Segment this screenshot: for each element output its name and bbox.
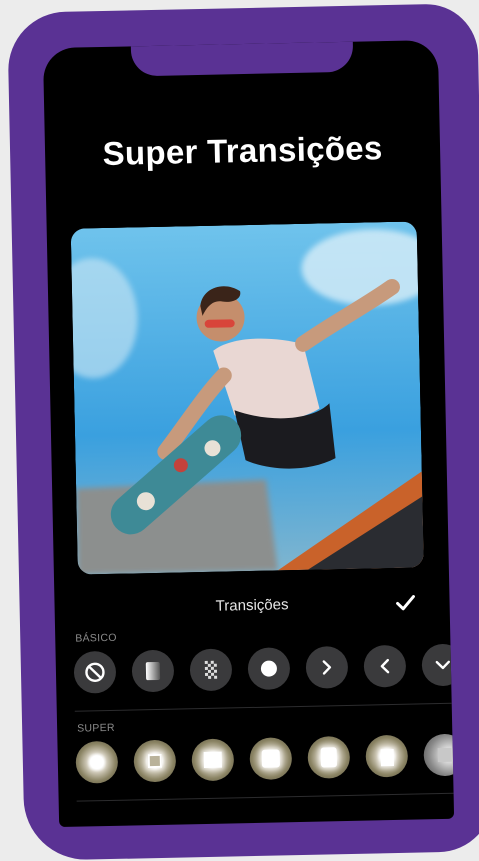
super-transition-6[interactable]	[365, 734, 409, 778]
circle-icon	[260, 660, 277, 677]
super-transition-7[interactable]	[423, 733, 455, 777]
slide-down-icon	[435, 660, 451, 670]
slide-left-icon	[380, 658, 390, 674]
super-transition-2[interactable]	[133, 739, 177, 783]
basic-transitions-row	[73, 643, 455, 694]
super-transition-5[interactable]	[307, 735, 351, 779]
transition-dissolve-button[interactable]	[189, 648, 233, 692]
transition-slide-down-button[interactable]	[421, 643, 455, 687]
super-transition-3[interactable]	[191, 738, 235, 782]
transition-circle-button[interactable]	[247, 647, 291, 691]
skateboarder-photo	[70, 221, 424, 575]
super-transition-4[interactable]	[249, 737, 293, 781]
super-transition-1[interactable]	[75, 740, 119, 784]
none-icon	[85, 662, 105, 682]
section-divider	[74, 702, 452, 712]
slide-right-icon	[322, 660, 332, 675]
page-title: Super Transições	[102, 129, 383, 172]
transition-fade-button[interactable]	[131, 649, 175, 693]
phone-screen: Super Transições Transições BÁSICO SUPER	[42, 39, 455, 828]
transition-slide-left-button[interactable]	[363, 644, 407, 688]
preview-photo[interactable]	[70, 221, 424, 575]
basic-section-label: BÁSICO	[75, 631, 117, 645]
dissolve-icon	[204, 660, 218, 679]
transitions-title: Transições	[215, 596, 289, 615]
super-section-label: SUPER	[77, 721, 115, 735]
transition-slide-right-button[interactable]	[305, 645, 349, 689]
bottom-divider	[76, 792, 454, 802]
fade-gradient-icon	[145, 661, 161, 681]
transition-none-button[interactable]	[73, 650, 117, 694]
phone-notch	[130, 39, 354, 77]
checkmark-icon[interactable]	[393, 590, 417, 614]
transitions-header: Transições	[54, 587, 450, 625]
super-transitions-row	[75, 733, 455, 784]
